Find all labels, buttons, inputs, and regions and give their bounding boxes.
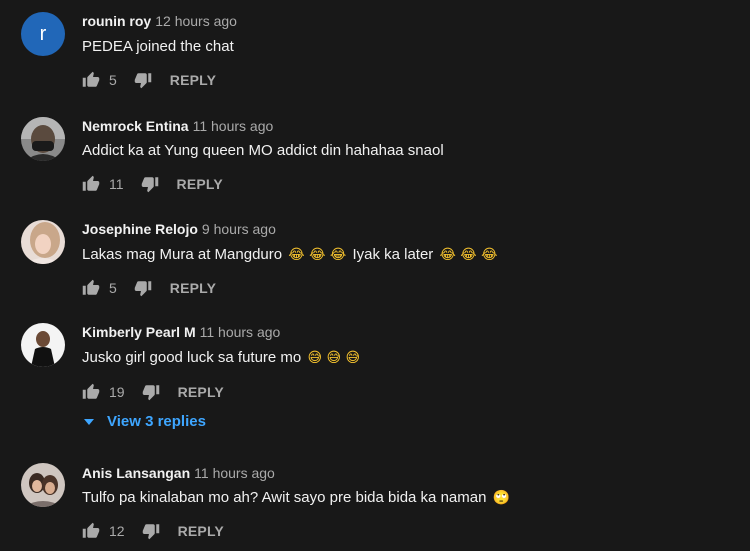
avatar[interactable]: r <box>21 12 65 56</box>
timestamp[interactable]: 12 hours ago <box>155 13 237 29</box>
laughing-emoji-icon: 😂 😂 😂 <box>439 247 498 263</box>
comment-header: Kimberly Pearl M 11 hours ago <box>82 324 280 340</box>
reply-button[interactable]: REPLY <box>178 384 224 400</box>
thumbs-up-icon[interactable] <box>82 175 100 193</box>
comment-text-part: Lakas mag Mura at Mangduro <box>82 246 283 263</box>
thumbs-down-icon[interactable] <box>142 522 160 540</box>
avatar[interactable] <box>21 220 65 264</box>
view-replies-button[interactable]: View 3 replies <box>82 413 206 430</box>
like-count: 19 <box>109 384 125 400</box>
comment-actions: 12 REPLY <box>82 521 224 541</box>
comment-header: Anis Lansangan 11 hours ago <box>82 465 275 481</box>
like-count: 5 <box>109 280 117 296</box>
comment-text: Jusko girl good luck sa future mo 😅 😅 😅 <box>82 349 362 366</box>
timestamp[interactable]: 9 hours ago <box>202 221 276 237</box>
laughing-emoji-icon: 😂 😂 😂 <box>288 247 347 263</box>
comment-text: Tulfo pa kinalaban mo ah? Awit sayo pre … <box>82 489 512 506</box>
author-name[interactable]: Josephine Relojo <box>82 221 198 237</box>
author-name[interactable]: Anis Lansangan <box>82 465 190 481</box>
reply-button[interactable]: REPLY <box>170 280 216 296</box>
thumbs-down-icon[interactable] <box>134 279 152 297</box>
thumbs-up-icon[interactable] <box>82 383 100 401</box>
thumbs-up-icon[interactable] <box>82 522 100 540</box>
comment-text: PEDEA joined the chat <box>82 38 234 55</box>
comment-text: Addict ka at Yung queen MO addict din ha… <box>82 142 444 159</box>
comment-header: Josephine Relojo 9 hours ago <box>82 221 276 237</box>
avatar[interactable] <box>21 323 65 367</box>
comment-text: Lakas mag Mura at Mangduro 😂 😂 😂 Iyak ka… <box>82 246 499 263</box>
comment-header: rounin roy 12 hours ago <box>82 13 237 29</box>
timestamp[interactable]: 11 hours ago <box>193 118 274 134</box>
timestamp[interactable]: 11 hours ago <box>200 324 281 340</box>
author-name[interactable]: Nemrock Entina <box>82 118 189 134</box>
author-name[interactable]: Kimberly Pearl M <box>82 324 196 340</box>
like-count: 11 <box>109 176 124 192</box>
thumbs-up-icon[interactable] <box>82 279 100 297</box>
view-replies-label: View 3 replies <box>107 413 206 430</box>
comment-text-part: Jusko girl good luck sa future mo <box>82 349 302 366</box>
comment-actions: 5 REPLY <box>82 278 216 298</box>
reply-button[interactable]: REPLY <box>170 72 216 88</box>
avatar[interactable] <box>21 463 65 507</box>
eye-roll-emoji-icon: 🙄 <box>492 490 511 506</box>
timestamp[interactable]: 11 hours ago <box>194 465 275 481</box>
thumbs-down-icon[interactable] <box>141 175 159 193</box>
thumbs-up-icon[interactable] <box>82 71 100 89</box>
thumbs-down-icon[interactable] <box>134 71 152 89</box>
reply-button[interactable]: REPLY <box>178 523 224 539</box>
like-count: 12 <box>109 523 125 539</box>
comment-actions: 11 REPLY <box>82 174 223 194</box>
caret-down-icon <box>84 418 94 425</box>
thumbs-down-icon[interactable] <box>142 383 160 401</box>
avatar[interactable] <box>21 117 65 161</box>
comment-actions: 19 REPLY <box>82 382 224 402</box>
reply-button[interactable]: REPLY <box>177 176 223 192</box>
comment-header: Nemrock Entina 11 hours ago <box>82 118 273 134</box>
grinning-sweat-emoji-icon: 😅 😅 😅 <box>307 350 361 366</box>
comment-actions: 5 REPLY <box>82 70 216 90</box>
comment-text-part: Iyak ka later <box>352 246 434 263</box>
like-count: 5 <box>109 72 117 88</box>
comment-text-part: Tulfo pa kinalaban mo ah? Awit sayo pre … <box>82 489 487 506</box>
author-name[interactable]: rounin roy <box>82 13 151 29</box>
